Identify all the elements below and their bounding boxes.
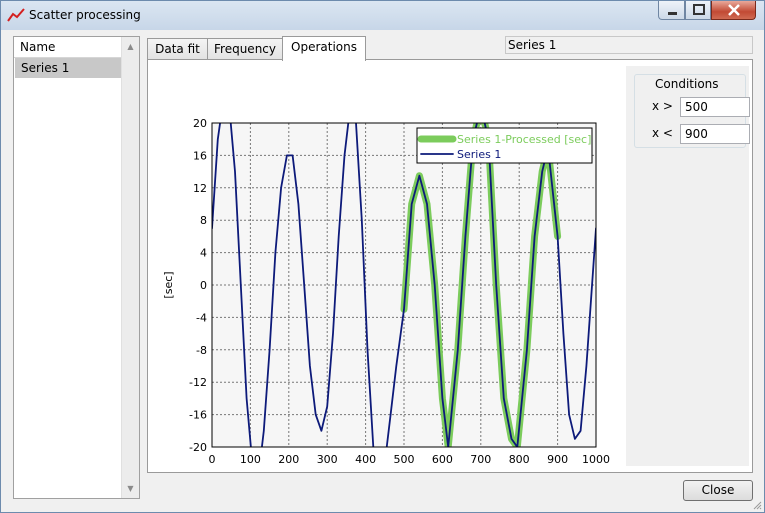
y-tick-label: 20 bbox=[193, 117, 207, 130]
maximize-icon bbox=[693, 4, 705, 15]
scroll-down-icon[interactable]: ▼ bbox=[122, 480, 139, 497]
x-min-input[interactable] bbox=[680, 97, 750, 117]
x-less-label: x < bbox=[652, 126, 673, 140]
y-tick-label: -8 bbox=[196, 344, 207, 357]
window-title: Scatter processing bbox=[29, 8, 141, 22]
tab-data-fit[interactable]: Data fit bbox=[147, 38, 208, 60]
conditions-panel: Conditions x > x < bbox=[626, 66, 750, 466]
y-tick-label: -12 bbox=[189, 376, 207, 389]
tab-frequency[interactable]: Frequency bbox=[207, 38, 283, 60]
scroll-up-icon[interactable]: ▲ bbox=[122, 38, 139, 55]
legend-label: Series 1 bbox=[457, 148, 501, 161]
dialog-body: Name Series 1 ▲ ▼ Data fit Frequency Ope… bbox=[9, 31, 758, 506]
y-tick-label: 12 bbox=[193, 182, 207, 195]
x-tick-label: 100 bbox=[240, 453, 261, 466]
line-chart-icon bbox=[7, 8, 25, 22]
minimize-button[interactable] bbox=[658, 1, 685, 20]
app-window: Scatter processing Name Series 1 ▲ ▼ Dat… bbox=[0, 0, 765, 513]
series-list[interactable]: Name Series 1 ▲ ▼ bbox=[13, 36, 140, 499]
scatter-chart: 0 100 200 300 400 500 600 700 800 900 1000 20 16 12 8 4… bbox=[162, 117, 610, 466]
y-axis-label: [sec] bbox=[162, 271, 175, 298]
y-tick-label: -16 bbox=[189, 409, 207, 422]
conditions-group: Conditions x > x < bbox=[634, 74, 750, 148]
y-tick-label: 4 bbox=[200, 247, 207, 260]
x-greater-label: x > bbox=[652, 99, 673, 113]
x-tick-label: 1000 bbox=[582, 453, 610, 466]
x-tick-label: 600 bbox=[432, 453, 453, 466]
list-header-name[interactable]: Name bbox=[14, 37, 122, 58]
close-icon bbox=[728, 4, 740, 16]
legend-label: Series 1-Processed [sec] bbox=[457, 133, 591, 146]
x-tick-label: 400 bbox=[355, 453, 376, 466]
maximize-button[interactable] bbox=[685, 1, 711, 20]
title-bar[interactable]: Scatter processing bbox=[1, 1, 764, 30]
x-tick-label: 200 bbox=[278, 453, 299, 466]
x-tick-label: 300 bbox=[317, 453, 338, 466]
x-tick-label: 700 bbox=[470, 453, 491, 466]
x-tick-label: 0 bbox=[209, 453, 216, 466]
tab-operations[interactable]: Operations bbox=[282, 36, 366, 61]
list-scrollbar[interactable]: ▲ ▼ bbox=[121, 37, 139, 498]
y-tick-label: 16 bbox=[193, 149, 207, 162]
minimize-icon bbox=[668, 12, 677, 15]
y-tick-label: 0 bbox=[200, 279, 207, 292]
y-tick-label: -20 bbox=[189, 441, 207, 454]
resize-grip-icon[interactable] bbox=[752, 500, 762, 510]
conditions-title: Conditions bbox=[653, 77, 721, 91]
y-tick-label: 8 bbox=[200, 214, 207, 227]
list-item[interactable]: Series 1 bbox=[15, 58, 122, 78]
current-series-label: Series 1 bbox=[505, 36, 753, 54]
x-tick-label: 800 bbox=[509, 453, 530, 466]
y-tick-label: -4 bbox=[196, 311, 207, 324]
x-tick-label: 900 bbox=[547, 453, 568, 466]
close-window-button[interactable] bbox=[711, 1, 756, 20]
x-tick-label: 500 bbox=[394, 453, 415, 466]
x-max-input[interactable] bbox=[680, 124, 750, 144]
operations-panel: 0 100 200 300 400 500 600 700 800 900 1000 20 16 12 8 4… bbox=[147, 59, 753, 473]
close-button[interactable]: Close bbox=[683, 480, 753, 501]
